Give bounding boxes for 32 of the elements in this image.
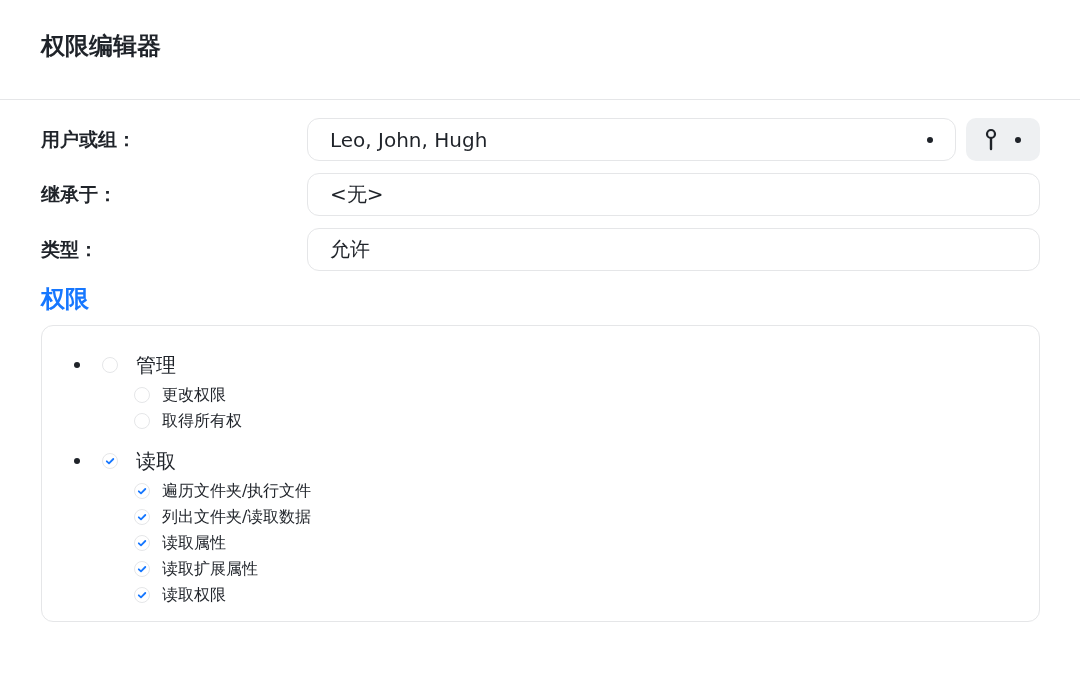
picker-button[interactable] xyxy=(966,118,1040,161)
dot-icon xyxy=(1015,136,1021,143)
checkbox[interactable] xyxy=(134,535,150,551)
input-field[interactable]: 允许 xyxy=(307,228,1040,271)
field-label: 继承于： xyxy=(41,181,118,207)
field-label: 类型： xyxy=(41,236,99,262)
permission-label: 管理 xyxy=(136,351,176,379)
checkbox[interactable] xyxy=(134,483,150,499)
checkbox[interactable] xyxy=(102,357,118,373)
input-field[interactable]: <无> xyxy=(307,173,1040,216)
checkbox[interactable] xyxy=(134,413,150,429)
permission-label: 读取 xyxy=(136,447,176,475)
permission-label: 遍历文件夹/执行文件 xyxy=(162,480,312,502)
checkbox[interactable] xyxy=(134,561,150,577)
permission-label: 取得所有权 xyxy=(162,410,242,432)
checkbox[interactable] xyxy=(134,587,150,603)
permission-label: 更改权限 xyxy=(162,384,226,406)
checkbox[interactable] xyxy=(134,387,150,403)
dot-icon xyxy=(927,136,933,143)
pin-icon xyxy=(985,127,997,152)
section-title: 权限 xyxy=(41,284,90,315)
permission-label: 读取属性 xyxy=(162,532,226,554)
checkbox[interactable] xyxy=(134,509,150,525)
permission-label: 读取扩展属性 xyxy=(162,558,258,580)
window-title: 权限编辑器 xyxy=(41,30,161,62)
checkbox[interactable] xyxy=(102,453,118,469)
field-label: 用户或组： xyxy=(41,126,137,152)
permission-label: 读取权限 xyxy=(162,584,226,606)
permission-label: 列出文件夹/读取数据 xyxy=(162,506,312,528)
bullet-icon xyxy=(74,458,80,464)
input-field[interactable]: Leo, John, Hugh xyxy=(307,118,956,161)
bullet-icon xyxy=(74,362,80,368)
